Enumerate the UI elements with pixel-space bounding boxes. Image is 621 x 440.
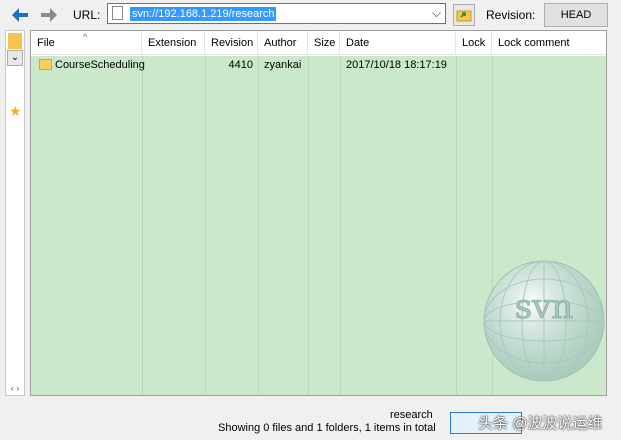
column-header-author[interactable]: Author <box>258 31 308 55</box>
url-label: URL: <box>73 8 101 22</box>
forward-button[interactable] <box>38 4 60 26</box>
head-revision-button[interactable]: HEAD <box>544 3 608 27</box>
url-value[interactable]: svn://192.168.1.219/research <box>130 7 277 21</box>
column-divider <box>456 56 457 395</box>
svn-logo-text: svn <box>515 287 574 327</box>
column-divider <box>258 56 259 395</box>
status-folder: research <box>390 409 433 421</box>
column-divider <box>340 56 341 395</box>
repository-tree-panel[interactable]: ⌄ ★ ‹ › <box>5 30 25 396</box>
cell-date: 2017/10/18 18:17:19 <box>346 59 447 71</box>
revision-label: Revision: <box>486 8 536 22</box>
horizontal-scroll-icon[interactable]: ‹ › <box>6 383 24 393</box>
cell-file: CourseScheduling <box>55 59 145 71</box>
overlay-watermark-text: 头条 @波波说运维 <box>478 415 603 432</box>
svn-logo-icon: svn <box>483 260 605 382</box>
column-divider <box>205 56 206 395</box>
column-header-extension[interactable]: Extension <box>142 31 205 55</box>
tree-selected-item[interactable] <box>8 33 22 49</box>
column-header-revision[interactable]: Revision <box>205 31 258 55</box>
cell-revision: 4410 <box>228 59 253 71</box>
file-icon <box>112 6 123 20</box>
back-button[interactable] <box>9 4 31 26</box>
cell-author: zyankai <box>264 59 302 71</box>
column-label: File <box>37 37 55 49</box>
list-header: File ^ Extension Revision Author Size Da… <box>31 31 606 55</box>
star-icon[interactable]: ★ <box>9 103 22 120</box>
status-summary: Showing 0 files and 1 folders, 1 items i… <box>218 422 436 434</box>
column-header-size[interactable]: Size <box>308 31 340 55</box>
column-header-file[interactable]: File ^ <box>31 31 142 55</box>
column-divider <box>142 56 143 395</box>
url-input[interactable]: svn://192.168.1.219/research ⌵ <box>107 3 446 24</box>
forward-arrow-icon <box>41 8 57 22</box>
column-divider <box>308 56 309 395</box>
back-arrow-icon <box>12 8 28 22</box>
column-header-date[interactable]: Date <box>340 31 456 55</box>
column-header-lock[interactable]: Lock <box>456 31 492 55</box>
chevron-down-icon[interactable]: ⌄ <box>7 50 23 66</box>
table-row[interactable]: CourseScheduling 4410 zyankai 2017/10/18… <box>31 56 606 74</box>
folder-icon <box>39 59 52 70</box>
go-button[interactable] <box>453 4 475 26</box>
go-folder-icon <box>456 10 472 22</box>
column-header-lock-comment[interactable]: Lock comment <box>492 31 606 55</box>
toolbar: URL: svn://192.168.1.219/research ⌵ Revi… <box>0 0 621 30</box>
dropdown-icon[interactable]: ⌵ <box>432 6 441 21</box>
sort-ascending-icon: ^ <box>83 32 88 42</box>
file-list[interactable]: File ^ Extension Revision Author Size Da… <box>30 30 607 396</box>
